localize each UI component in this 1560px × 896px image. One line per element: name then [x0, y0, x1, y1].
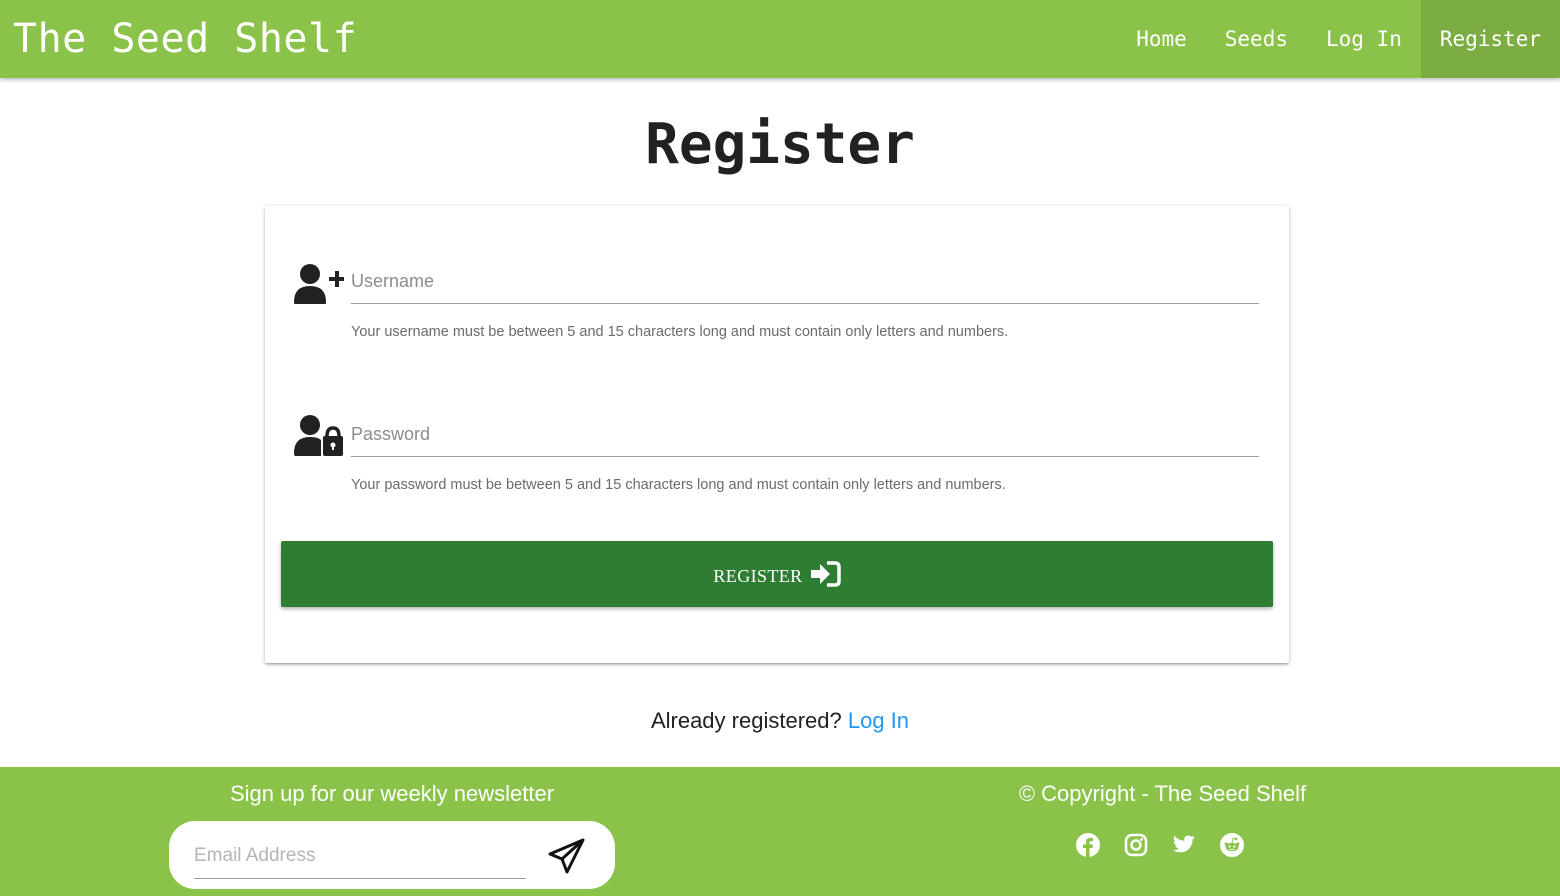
nav-link-login[interactable]: Log In	[1307, 0, 1421, 78]
brand-logo[interactable]: The Seed Shelf	[13, 0, 357, 78]
login-prompt-text: Already registered?	[650, 708, 842, 733]
nav-link-seeds[interactable]: Seeds	[1206, 0, 1307, 78]
register-card: Your username must be between 5 and 15 c…	[265, 206, 1289, 663]
twitter-icon[interactable]	[1172, 833, 1196, 857]
login-link[interactable]: Log In	[848, 708, 909, 733]
newsletter-title: Sign up for our weekly newsletter	[229, 781, 555, 806]
login-prompt: Already registered? Log In	[0, 708, 1560, 734]
footer: Sign up for our weekly newsletter © Copy…	[0, 767, 1560, 896]
password-input[interactable]	[351, 413, 1259, 457]
register-button[interactable]: REGISTER	[281, 541, 1273, 607]
sign-in-icon	[810, 561, 841, 587]
newsletter-email-input[interactable]	[194, 833, 526, 879]
facebook-icon[interactable]	[1076, 833, 1100, 857]
nav-link-home[interactable]: Home	[1117, 0, 1206, 78]
user-plus-icon	[294, 264, 344, 304]
password-helper-text: Your password must be between 5 and 15 c…	[351, 477, 1006, 493]
newsletter-form	[169, 821, 615, 889]
navbar: The Seed Shelf Home Seeds Log In Registe…	[0, 0, 1560, 78]
social-links	[1076, 833, 1244, 857]
copyright-text: © Copyright - The Seed Shelf	[1018, 781, 1307, 806]
username-helper-text: Your username must be between 5 and 15 c…	[351, 324, 1009, 340]
page-title: Register	[645, 112, 915, 177]
nav-link-register[interactable]: Register	[1420, 0, 1560, 78]
register-button-label: REGISTER	[713, 565, 803, 586]
username-input[interactable]	[351, 260, 1259, 304]
paper-plane-icon[interactable]	[547, 836, 587, 876]
nav-links: Home Seeds Log In Register	[1117, 0, 1560, 78]
user-lock-icon	[294, 415, 343, 456]
instagram-icon[interactable]	[1124, 833, 1148, 857]
reddit-icon[interactable]	[1220, 833, 1244, 857]
